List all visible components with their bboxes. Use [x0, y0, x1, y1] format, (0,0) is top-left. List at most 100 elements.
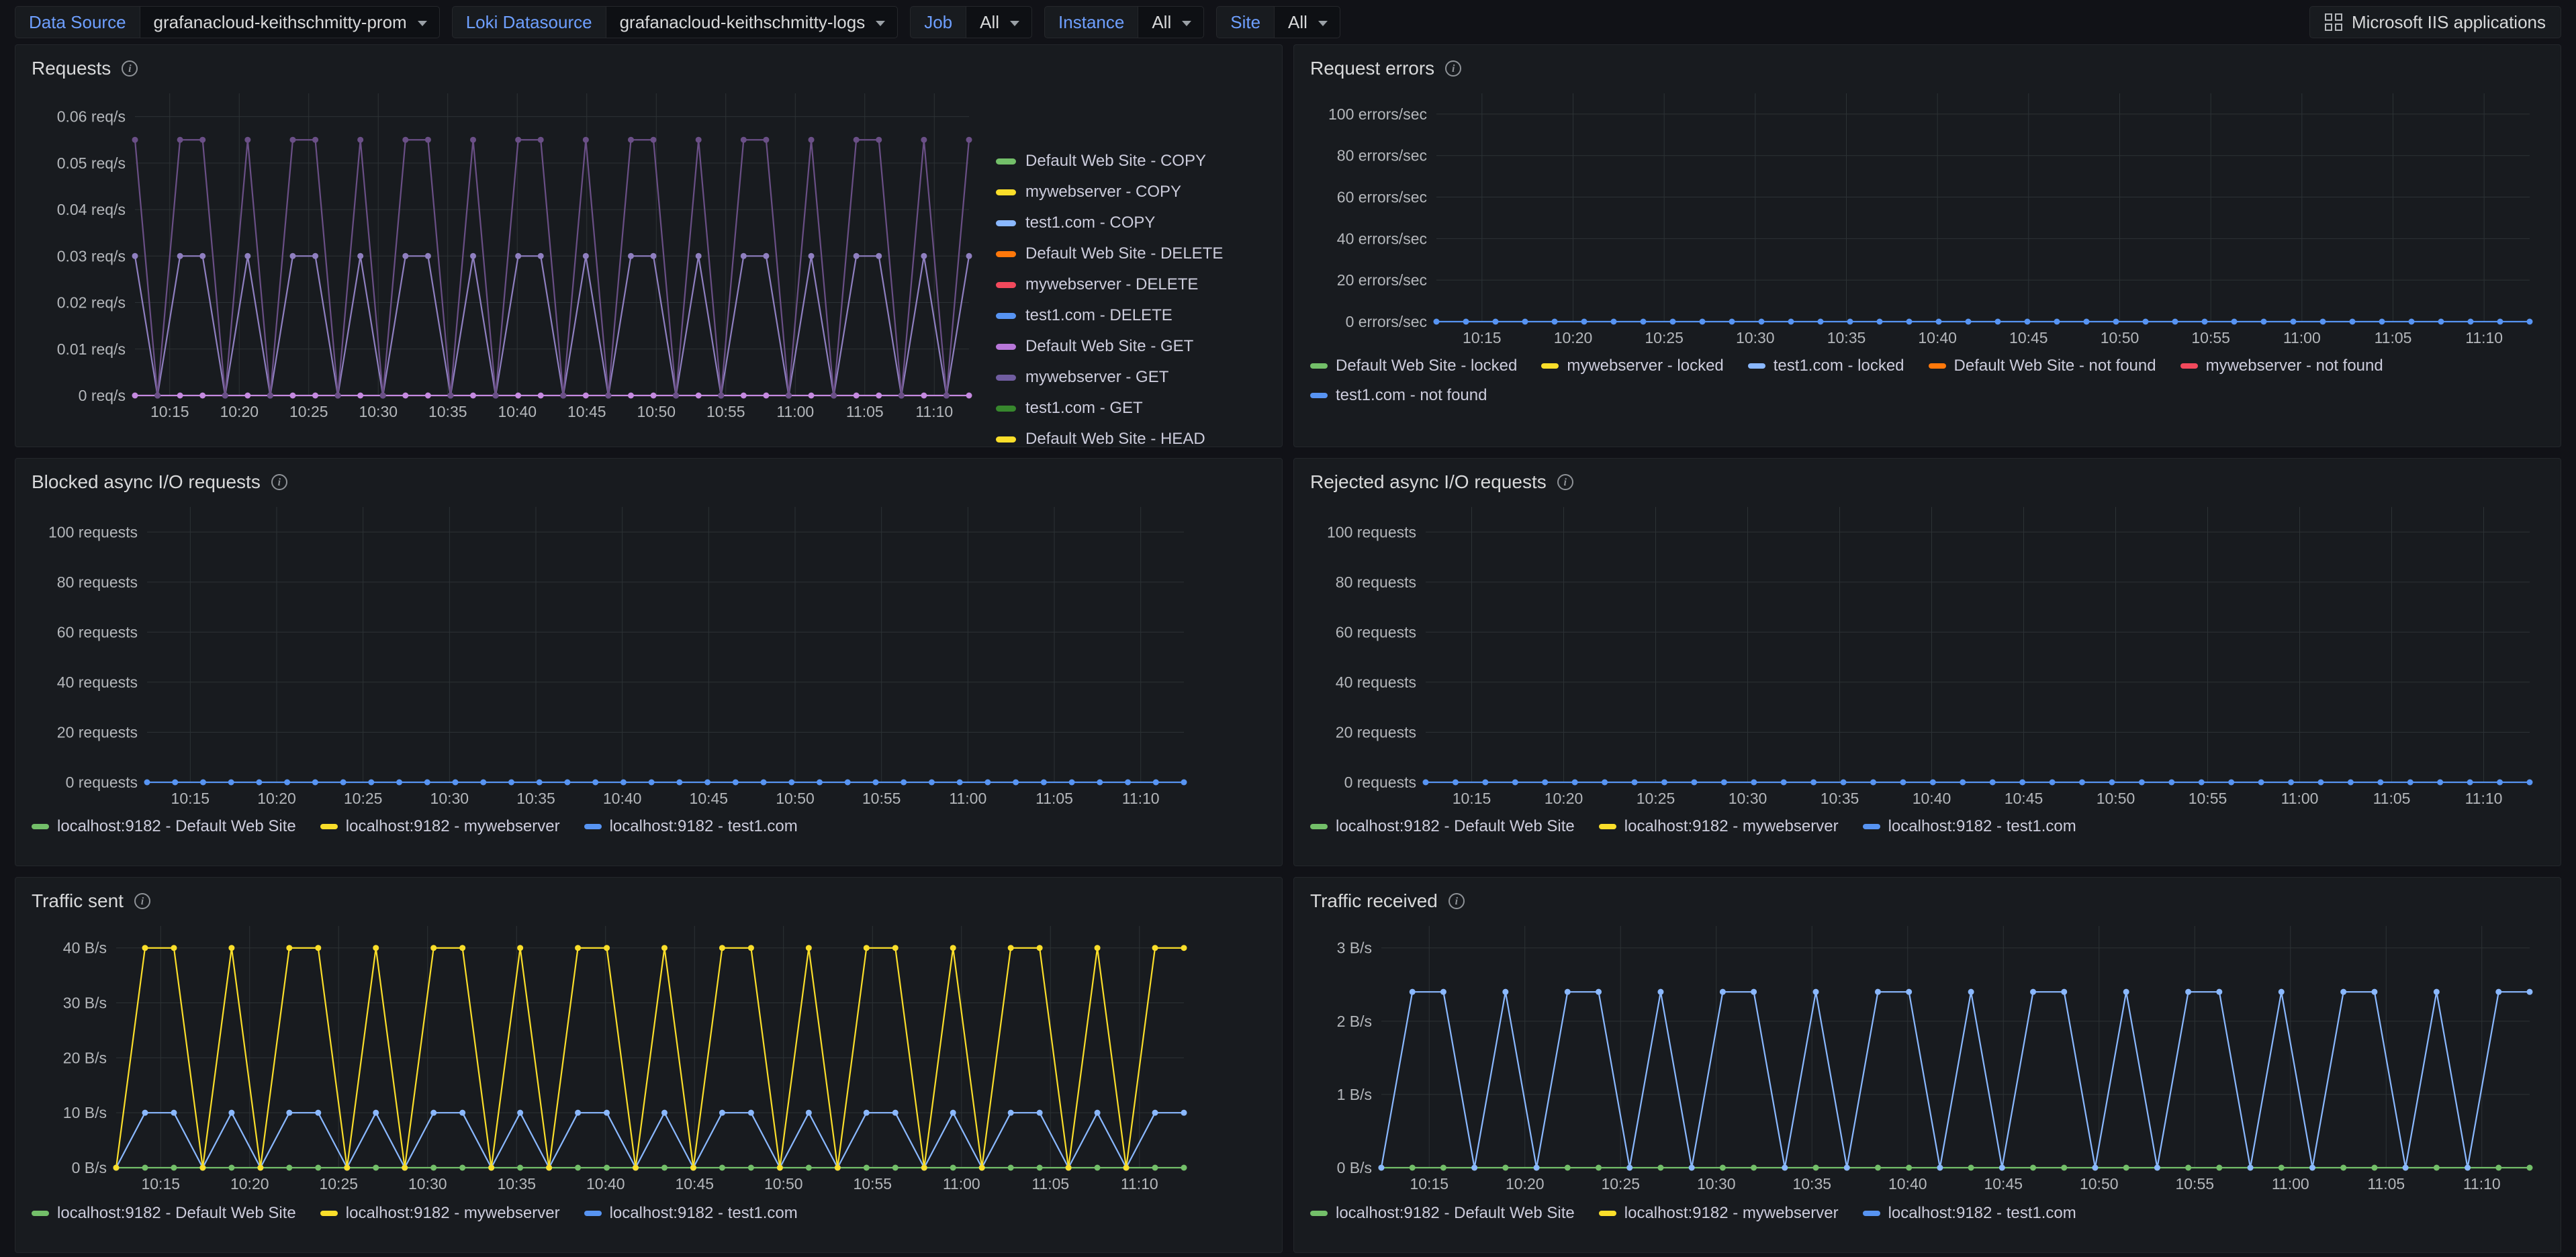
svg-text:10:25: 10:25 — [319, 1175, 358, 1193]
svg-text:10:25: 10:25 — [289, 403, 328, 420]
svg-text:10:50: 10:50 — [764, 1175, 803, 1193]
legend-item[interactable]: localhost:9182 - test1.com — [584, 813, 798, 840]
legend-item[interactable]: Default Web Site - COPY — [996, 146, 1223, 177]
svg-text:10:25: 10:25 — [1637, 790, 1675, 807]
info-icon[interactable]: i — [1557, 474, 1573, 490]
svg-text:10:15: 10:15 — [1410, 1175, 1448, 1193]
svg-text:10:30: 10:30 — [359, 403, 398, 420]
legend-item[interactable]: mywebserver - locked — [1541, 353, 1724, 379]
panel-traffic-received: Traffic received i 0 B/s 1 B/s 2 B/s 3 B/s 1… — [1293, 877, 2561, 1253]
legend-item[interactable]: Default Web Site - GET — [996, 331, 1223, 362]
legend-color-swatch — [996, 281, 1016, 288]
variable-select-site[interactable]: All — [1274, 6, 1340, 38]
svg-text:10:50: 10:50 — [637, 403, 676, 420]
svg-text:10:40: 10:40 — [498, 403, 537, 420]
legend-color-swatch — [320, 824, 338, 829]
legend-item[interactable]: localhost:9182 - Default Web Site — [32, 813, 296, 840]
svg-text:10:20: 10:20 — [257, 790, 296, 807]
chart-legend: localhost:9182 - Default Web Site localho… — [1310, 813, 2544, 840]
legend-item[interactable]: mywebserver - COPY — [996, 177, 1223, 207]
legend-color-swatch — [1862, 1211, 1880, 1216]
svg-text:10:20: 10:20 — [1554, 329, 1593, 346]
svg-text:3 B/s: 3 B/s — [1337, 939, 1372, 957]
info-icon[interactable]: i — [122, 60, 138, 77]
svg-text:11:00: 11:00 — [776, 403, 814, 420]
legend-item[interactable]: localhost:9182 - mywebserver — [1598, 1200, 1839, 1227]
info-icon[interactable]: i — [134, 893, 150, 909]
panel-title: Rejected async I/O requests — [1310, 471, 1547, 492]
svg-text:11:00: 11:00 — [2281, 790, 2319, 807]
variable-select-datasource[interactable]: grafanacloud-keithschmitty-prom — [139, 6, 440, 38]
svg-text:2 B/s: 2 B/s — [1337, 1013, 1372, 1030]
variable-value-datasource: grafanacloud-keithschmitty-prom — [153, 11, 407, 32]
svg-text:11:05: 11:05 — [1036, 790, 1073, 807]
legend-item[interactable]: mywebserver - not found — [2180, 353, 2383, 379]
svg-text:11:00: 11:00 — [949, 790, 986, 807]
legend-item[interactable]: Default Web Site - not found — [1928, 353, 2156, 379]
legend-item[interactable]: mywebserver - GET — [996, 362, 1223, 393]
legend-item[interactable]: Default Web Site - HEAD — [996, 424, 1223, 447]
plot-traffic-received[interactable]: 0 B/s 1 B/s 2 B/s 3 B/s 10:15 10:20 10:25 10:30… — [1294, 917, 2561, 1199]
panel-title: Requests — [32, 58, 111, 79]
svg-text:0.02 req/s: 0.02 req/s — [57, 294, 126, 312]
legend-item-label: mywebserver - locked — [1567, 357, 1724, 375]
panel-title: Blocked async I/O requests — [32, 471, 261, 492]
svg-text:10:35: 10:35 — [516, 790, 555, 807]
chevron-down-icon — [417, 21, 427, 26]
svg-text:10:45: 10:45 — [567, 403, 606, 420]
svg-text:80 errors/sec: 80 errors/sec — [1337, 147, 1427, 165]
svg-text:0 errors/sec: 0 errors/sec — [1346, 313, 1427, 330]
variable-select-job[interactable]: All — [966, 6, 1033, 38]
svg-text:10:15: 10:15 — [171, 790, 210, 807]
svg-text:10:55: 10:55 — [2175, 1175, 2214, 1193]
legend-item[interactable]: test1.com - locked — [1747, 353, 1904, 379]
legend-item[interactable]: test1.com - COPY — [996, 207, 1223, 238]
svg-text:40 B/s: 40 B/s — [63, 939, 107, 957]
legend-item-label: localhost:9182 - Default Web Site — [57, 817, 296, 835]
legend-item[interactable]: mywebserver - DELETE — [996, 269, 1223, 300]
svg-text:10:45: 10:45 — [1984, 1175, 2023, 1193]
plot-blocked-async-io[interactable]: 0 requests 20 requests 40 requests 60 reque… — [15, 498, 1282, 813]
legend-item-label: test1.com - locked — [1773, 357, 1904, 375]
chevron-down-icon — [1010, 21, 1020, 26]
variable-select-instance[interactable]: All — [1138, 6, 1205, 38]
legend-item[interactable]: test1.com - GET — [996, 393, 1223, 424]
info-icon[interactable]: i — [271, 474, 287, 490]
legend-item[interactable]: localhost:9182 - test1.com — [584, 1200, 798, 1227]
variable-value-site: All — [1288, 11, 1307, 32]
plot-rejected-async-io[interactable]: 0 requests 20 requests 40 requests 60 reque… — [1294, 498, 2561, 813]
legend-color-swatch — [1747, 363, 1765, 369]
svg-text:10:45: 10:45 — [690, 790, 729, 807]
svg-text:0 B/s: 0 B/s — [72, 1159, 107, 1176]
legend-item[interactable]: localhost:9182 - Default Web Site — [1310, 1200, 1575, 1227]
legend-item[interactable]: Default Web Site - DELETE — [996, 238, 1223, 269]
legend-item[interactable]: localhost:9182 - test1.com — [1862, 1200, 2076, 1227]
legend-item[interactable]: localhost:9182 - test1.com — [1862, 813, 2076, 840]
info-icon[interactable]: i — [1448, 893, 1465, 909]
legend-item-label: Default Web Site - GET — [1025, 337, 1194, 355]
legend-item[interactable]: localhost:9182 - Default Web Site — [32, 1200, 296, 1227]
legend-item[interactable]: localhost:9182 - mywebserver — [320, 813, 560, 840]
svg-text:40 requests: 40 requests — [57, 673, 138, 691]
info-icon[interactable]: i — [1445, 60, 1462, 77]
legend-item[interactable]: localhost:9182 - mywebserver — [320, 1200, 560, 1227]
legend-item[interactable]: test1.com - DELETE — [996, 300, 1223, 331]
chevron-down-icon — [1182, 21, 1192, 26]
legend-color-swatch — [996, 250, 1016, 257]
plot-request-errors[interactable]: 0 errors/sec 20 errors/sec 40 errors/sec 60… — [1294, 84, 2561, 353]
legend-item[interactable]: test1.com - not found — [1310, 382, 1487, 409]
legend-color-swatch — [32, 824, 49, 829]
legend-color-swatch — [1598, 1211, 1616, 1216]
legend-item[interactable]: localhost:9182 - mywebserver — [1598, 813, 1839, 840]
dashboard-link-button[interactable]: Microsoft IIS applications — [2309, 6, 2561, 38]
panel-rejected-async-io: Rejected async I/O requests i 0 requests… — [1293, 458, 2561, 866]
variable-select-loki-datasource[interactable]: grafanacloud-keithschmitty-logs — [605, 6, 899, 38]
svg-text:10:35: 10:35 — [1792, 1175, 1831, 1193]
svg-text:10:45: 10:45 — [2005, 790, 2043, 807]
legend-item[interactable]: localhost:9182 - Default Web Site — [1310, 813, 1575, 840]
panel-title: Traffic received — [1310, 890, 1438, 911]
variable-label-instance: Instance — [1044, 6, 1138, 38]
legend-item[interactable]: Default Web Site - locked — [1310, 353, 1517, 379]
legend-item-label: test1.com - DELETE — [1025, 306, 1172, 324]
plot-traffic-sent[interactable]: 0 B/s 10 B/s 20 B/s 30 B/s 40 B/s 10:15 10:20 1… — [15, 917, 1282, 1199]
